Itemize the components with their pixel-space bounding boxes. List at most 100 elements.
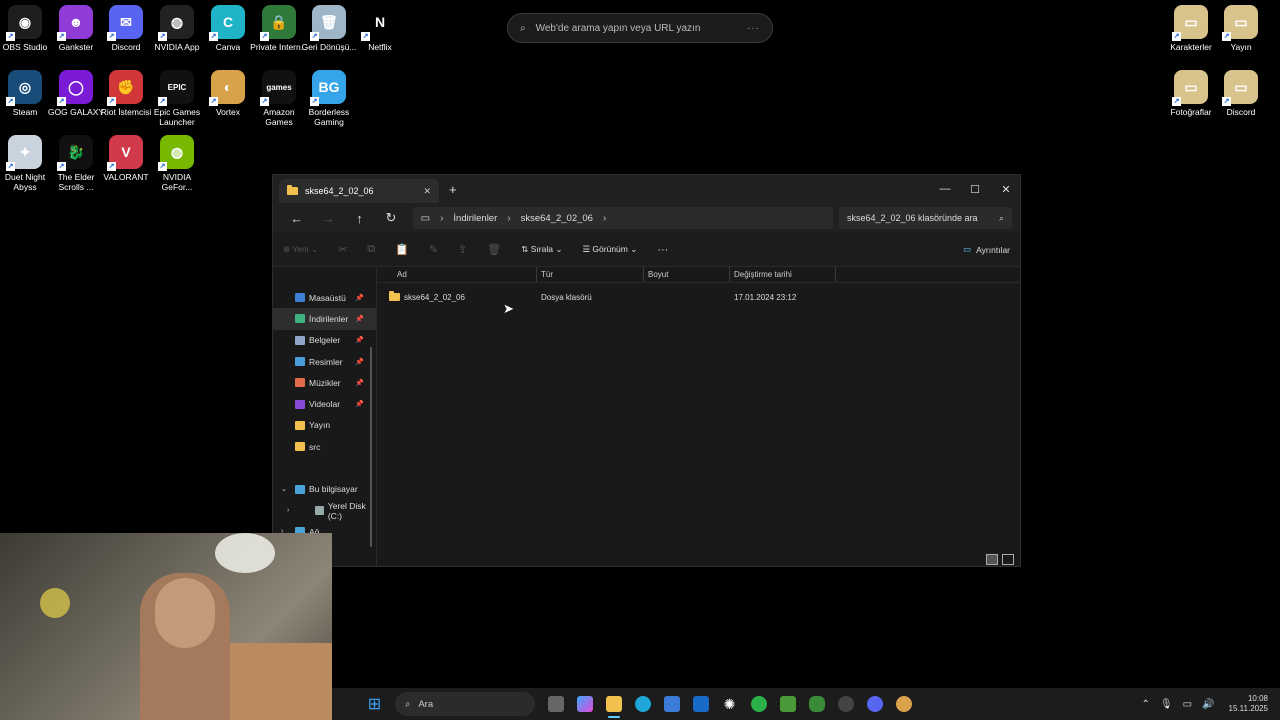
desktop-icon[interactable]: 🐉 ↗ The Elder Scrolls ... bbox=[51, 135, 101, 192]
volume-icon[interactable]: 🔊 bbox=[1202, 699, 1214, 710]
delete-icon[interactable]: 🗑 bbox=[487, 243, 501, 256]
desktop-icon[interactable]: ✉ ↗ Discord bbox=[101, 5, 151, 52]
outlook-icon[interactable] bbox=[686, 688, 715, 720]
cut-icon[interactable]: ✂ bbox=[338, 243, 347, 256]
close-tab-icon[interactable]: ✕ bbox=[423, 186, 431, 197]
desktop-icon[interactable]: V ↗ VALORANT bbox=[101, 135, 151, 182]
desktop-icon[interactable]: N ↗ Netflix bbox=[355, 5, 405, 52]
up-button[interactable]: ↑ bbox=[344, 211, 375, 226]
app-icon: ☻ ↗ bbox=[57, 5, 93, 41]
desktop-icon[interactable]: 🔒 ↗ Private Intern... bbox=[250, 5, 308, 52]
new-tab-button[interactable]: + bbox=[449, 182, 457, 197]
desktop-icon[interactable]: C ↗ Canva bbox=[203, 5, 253, 52]
column-modified[interactable]: Değiştirme tarihi bbox=[730, 267, 836, 282]
desktop-icon[interactable]: ▭ ↗ Discord bbox=[1216, 70, 1266, 117]
sort-button[interactable]: ⇅ Sırala ⌄ bbox=[521, 244, 562, 255]
copy-icon[interactable]: ⧉ bbox=[367, 243, 375, 256]
shortcut-arrow-icon: ↗ bbox=[158, 162, 167, 171]
desktop-icon[interactable]: ◐ ↗ Vortex bbox=[203, 70, 253, 117]
folder-search-input[interactable]: skse64_2_02_06 klasöründe ara ⌕ bbox=[838, 207, 1012, 229]
app-icon: ▭ ↗ bbox=[1172, 5, 1208, 41]
column-type[interactable]: Tür bbox=[537, 267, 644, 282]
folder-icon bbox=[389, 291, 400, 301]
desktop-icon[interactable]: ◍ ↗ NVIDIA GeFor... bbox=[152, 135, 202, 192]
whatsapp-icon[interactable] bbox=[744, 688, 773, 720]
desktop-icon[interactable]: ✦ ↗ Duet Night Abyss bbox=[0, 135, 50, 192]
desktop-icon[interactable]: ◍ ↗ NVIDIA App bbox=[152, 5, 202, 52]
sidebar-item[interactable]: Belgeler 📌 bbox=[273, 330, 376, 351]
desktop-icon[interactable]: games ↗ Amazon Games bbox=[254, 70, 304, 127]
more-icon[interactable]: ··· bbox=[747, 23, 760, 34]
desktop-icon[interactable]: ◎ ↗ Steam bbox=[0, 70, 50, 117]
desktop-icon[interactable]: ☻ ↗ Gankster bbox=[51, 5, 101, 52]
view-button[interactable]: ☰ Görünüm ⌄ bbox=[582, 244, 637, 255]
microphone-icon[interactable]: 🎙 bbox=[1160, 699, 1173, 710]
refresh-button[interactable]: ↻ bbox=[375, 210, 406, 226]
taskbar-search[interactable]: ⌕ Ara bbox=[395, 692, 535, 716]
sidebar-item[interactable]: Resimler 📌 bbox=[273, 351, 376, 372]
back-button[interactable]: ← bbox=[281, 211, 312, 226]
sidebar-item[interactable]: Müzikler 📌 bbox=[273, 372, 376, 393]
chevron-up-icon[interactable]: ⌃ bbox=[1142, 699, 1150, 710]
breadcrumb-downloads[interactable]: İndirilenler bbox=[453, 213, 497, 224]
task-view-icon[interactable] bbox=[541, 688, 570, 720]
start-button[interactable]: ⊞ bbox=[360, 688, 389, 720]
desktop-icon[interactable]: ▭ ↗ Yayın bbox=[1216, 5, 1266, 52]
column-name[interactable]: Ad bbox=[377, 267, 537, 282]
sidebar-item[interactable]: ⌄ Bu bilgisayar bbox=[273, 479, 376, 500]
address-bar[interactable]: ▭ › İndirilenler › skse64_2_02_06 › bbox=[412, 207, 833, 229]
sidebar-item[interactable]: src bbox=[273, 436, 376, 457]
sidebar-scrollbar[interactable] bbox=[370, 347, 372, 547]
clock[interactable]: 10:08 15.11.2025 bbox=[1229, 694, 1268, 714]
forward-button[interactable]: → bbox=[312, 211, 343, 226]
desktop-icon[interactable]: 🗑 ↗ Geri Dönüşü... bbox=[302, 5, 356, 52]
display-icon[interactable]: ▭ bbox=[1183, 699, 1192, 710]
file-row[interactable]: skse64_2_02_06 Dosya klasörü 17.01.2024 … bbox=[377, 288, 1020, 306]
store-icon[interactable] bbox=[657, 688, 686, 720]
desktop-icon-label: Yayın bbox=[1230, 42, 1252, 52]
desktop-icon[interactable]: ◯ ↗ GOG GALAXY bbox=[48, 70, 104, 117]
sidebar-item[interactable]: İndirilenler 📌 bbox=[273, 308, 376, 330]
edge-icon[interactable] bbox=[628, 688, 657, 720]
vpn-icon[interactable] bbox=[802, 688, 831, 720]
monitor-icon: ▭ bbox=[420, 212, 431, 224]
more-options-button[interactable]: ··· bbox=[657, 244, 668, 256]
shortcut-arrow-icon: ↗ bbox=[57, 162, 66, 171]
tiles-view-icon[interactable] bbox=[1002, 554, 1014, 565]
close-button[interactable]: ✕ bbox=[991, 175, 1021, 203]
paste-icon[interactable]: 📋 bbox=[395, 243, 409, 256]
desktop-icon[interactable]: ◉ ↗ OBS Studio bbox=[0, 5, 50, 52]
sidebar-item[interactable]: Videolar 📌 bbox=[273, 393, 376, 414]
details-view-icon[interactable] bbox=[986, 554, 998, 565]
rename-icon[interactable]: ✎ bbox=[429, 243, 438, 256]
desktop-icon[interactable]: ✊ ↗ Riot İstemcisi bbox=[101, 70, 151, 117]
sidebar-item[interactable]: › Yerel Disk (C:) bbox=[273, 500, 376, 521]
details-button[interactable]: ▭ Ayrıntılar bbox=[963, 244, 1010, 255]
desktop-icon[interactable]: BG ↗ Borderless Gaming bbox=[304, 70, 354, 127]
explorer-tab[interactable]: skse64_2_02_06 ✕ bbox=[279, 179, 439, 203]
chatgpt-icon[interactable]: ✺ bbox=[715, 688, 744, 720]
minimize-button[interactable]: — bbox=[930, 175, 960, 203]
column-size[interactable]: Boyut bbox=[644, 267, 730, 282]
sidebar-item-icon bbox=[315, 506, 324, 516]
shortcut-arrow-icon: ↗ bbox=[1222, 97, 1231, 106]
sidebar-item[interactable]: Masaüstü 📌 bbox=[273, 287, 376, 308]
desktop-icon[interactable]: EPIC ↗ Epic Games Launcher bbox=[152, 70, 202, 127]
maximize-button[interactable]: ☐ bbox=[960, 175, 990, 203]
obs-taskbar-icon[interactable] bbox=[831, 688, 860, 720]
minecraft-icon[interactable] bbox=[773, 688, 802, 720]
chevron-down-icon[interactable]: ⌄ bbox=[281, 485, 287, 493]
file-explorer-taskbar-icon[interactable] bbox=[599, 688, 628, 720]
copilot-icon[interactable] bbox=[570, 688, 599, 720]
desktop-icon[interactable]: ▭ ↗ Karakterler bbox=[1166, 5, 1216, 52]
new-button[interactable]: ⊕ Yeni ⌄ bbox=[283, 244, 318, 255]
vortex-taskbar-icon[interactable] bbox=[889, 688, 918, 720]
share-icon[interactable]: ⇪ bbox=[458, 243, 467, 256]
desktop-icon[interactable]: ▭ ↗ Fotoğraflar bbox=[1166, 70, 1216, 117]
chevron-right-icon[interactable]: › bbox=[287, 507, 289, 514]
sidebar-item[interactable]: Yayın bbox=[273, 415, 376, 436]
discord-taskbar-icon[interactable] bbox=[860, 688, 889, 720]
web-search-bar[interactable]: ⌕ Web'de arama yapın veya URL yazın ··· bbox=[507, 13, 773, 43]
search-icon: ⌕ bbox=[520, 22, 526, 34]
breadcrumb-folder[interactable]: skse64_2_02_06 bbox=[521, 213, 593, 224]
